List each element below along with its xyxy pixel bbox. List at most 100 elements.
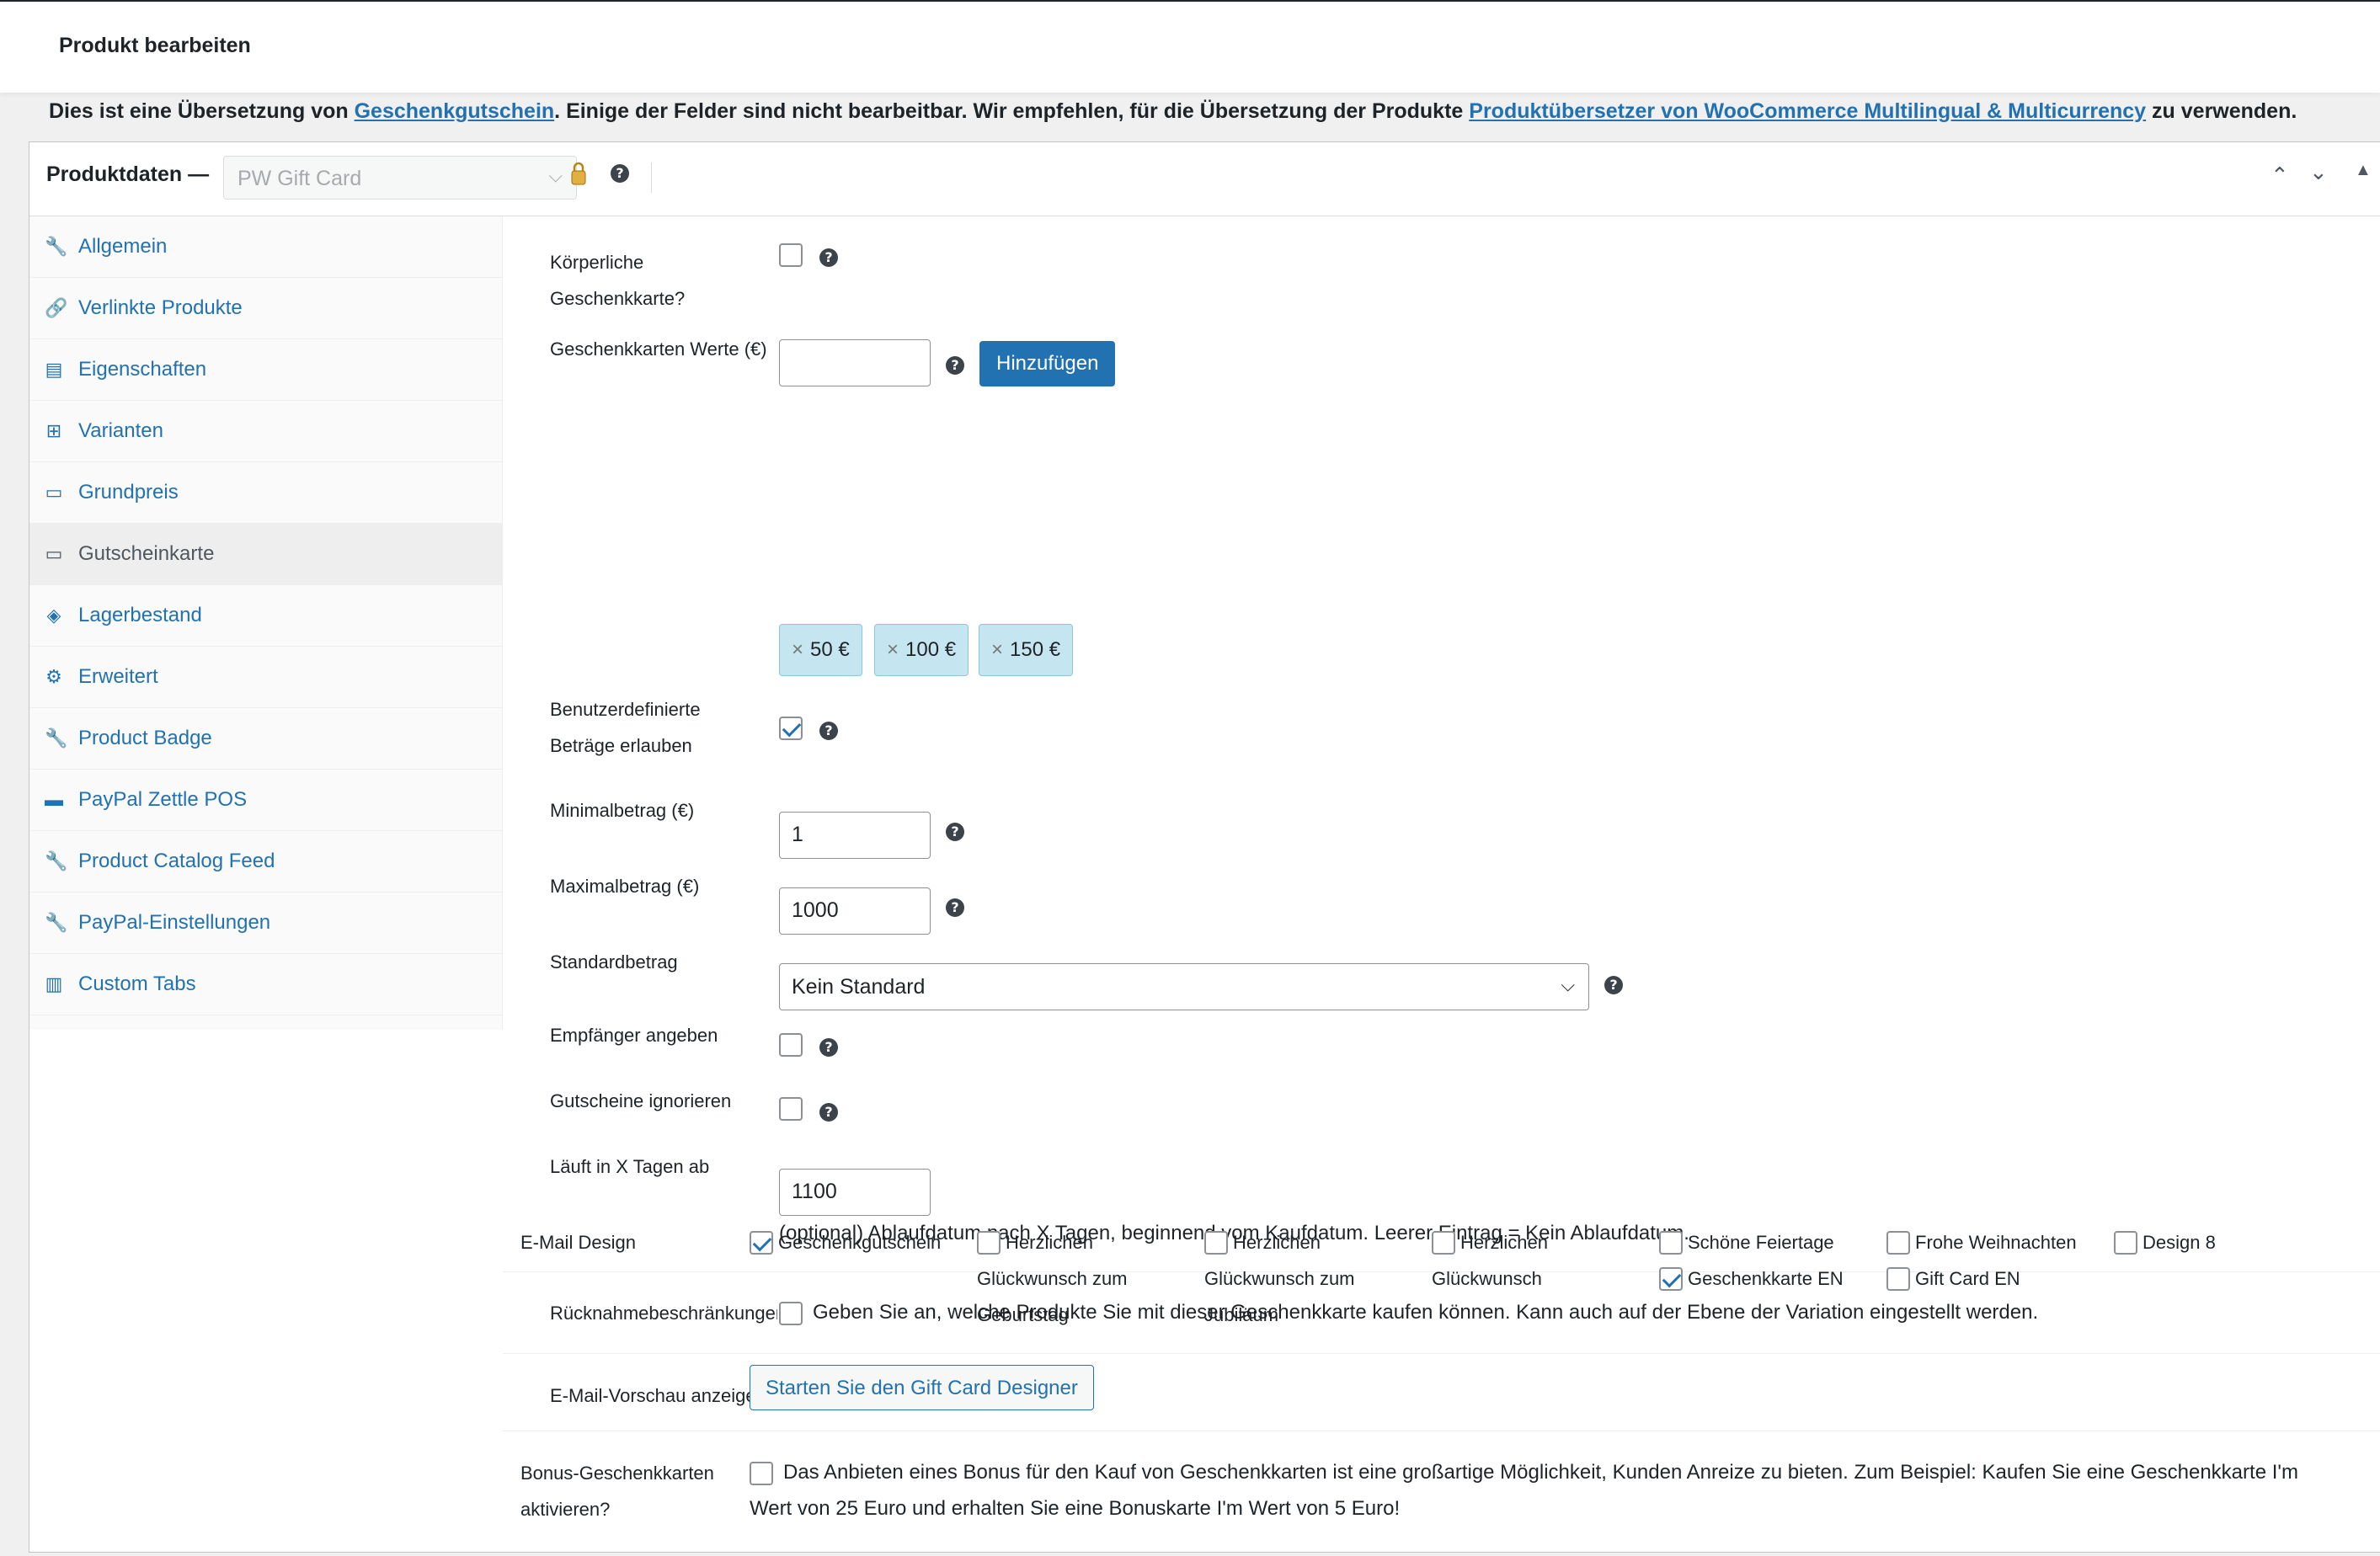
design-geschenkgutschein-checkbox[interactable] <box>750 1231 773 1255</box>
add-value-button[interactable]: Hinzufügen <box>979 341 1116 386</box>
tab-label: Verlinkte Produkte <box>78 296 243 319</box>
help-icon[interactable]: ? <box>946 823 964 841</box>
remove-icon[interactable]: × <box>887 638 899 661</box>
design-jubilaeum-checkbox[interactable] <box>1204 1231 1228 1255</box>
card-value-input[interactable] <box>779 339 931 386</box>
gift-card-designer-button[interactable]: Starten Sie den Gift Card Designer <box>750 1365 1094 1410</box>
design-feiertage-checkbox[interactable] <box>1659 1231 1683 1255</box>
min-amount-input[interactable]: 1 <box>779 812 931 859</box>
help-icon[interactable]: ? <box>819 1103 838 1122</box>
email-design-section: E-Mail Design Geschenkgutschein Herzlich… <box>502 1205 2380 1542</box>
help-icon[interactable]: ? <box>611 164 629 183</box>
design-gift-card-en-checkbox[interactable] <box>1886 1267 1910 1291</box>
product-data-tabs: 🔧 Allgemein 🔗 Verlinkte Produkte ▤ Eigensch… <box>29 216 503 1030</box>
label-line: Herzlichen <box>1006 1232 1093 1253</box>
tab-label: Gutscheinkarte <box>78 542 215 565</box>
tab-product-catalog-feed[interactable]: 🔧 Product Catalog Feed <box>29 831 503 893</box>
card-icon: ▭ <box>45 543 63 564</box>
default-amount-select[interactable]: Kein Standard ⌵ <box>779 963 1589 1010</box>
help-icon[interactable]: ? <box>819 248 838 267</box>
tab-erweitert[interactable]: ⚙ Erweitert <box>29 647 503 708</box>
bonus-description-line2: Wert von 25 Euro und erhalten Sie eine B… <box>750 1497 1401 1520</box>
remove-icon[interactable]: × <box>792 638 803 661</box>
tab-label: Allgemein <box>78 235 168 258</box>
design-weihnachten-checkbox[interactable] <box>1886 1231 1910 1255</box>
tab-label: Grundpreis <box>78 481 179 504</box>
wrench-icon: 🔧 <box>45 912 68 933</box>
chevron-down-icon: ⌵ <box>1561 974 1575 995</box>
help-icon[interactable]: ? <box>946 898 964 917</box>
design-weihnachten-label: Frohe Weihnachten <box>1915 1232 2077 1253</box>
design-geschenkkarte-en-label: Geschenkkarte EN <box>1688 1268 1844 1289</box>
header-divider <box>651 163 652 193</box>
design-8-checkbox[interactable] <box>2114 1231 2137 1255</box>
custom-amounts-label: Benutzerdefinierte Beträge erlauben <box>550 691 701 764</box>
product-type-select[interactable]: PW Gift Card ⌵ <box>223 156 577 200</box>
design-geburtstag-label: Herzlichen <box>1006 1224 1093 1260</box>
label-line: Körperliche <box>550 252 644 273</box>
label-line: Glückwunsch zum <box>1204 1268 1355 1289</box>
design-8-label: Design 8 <box>2143 1232 2216 1253</box>
label-line: Geschenkkarte? <box>550 288 686 309</box>
max-amount-input[interactable]: 1000 <box>779 887 931 935</box>
expiry-label: Läuft in X Tagen ab <box>550 1156 710 1177</box>
design-glueckwunsch-checkbox[interactable] <box>1432 1231 1455 1255</box>
translation-notice: Dies ist eine Übersetzung von Geschenkgu… <box>49 99 2297 124</box>
notice-text-2: . Einige der Felder sind nicht bearbeitb… <box>554 99 1470 123</box>
help-icon[interactable]: ? <box>946 356 964 375</box>
tab-product-badge[interactable]: 🔧 Product Badge <box>29 708 503 770</box>
collapse-toggle-icon[interactable]: ▲ <box>2355 161 2372 180</box>
wrench-icon: 🔧 <box>45 236 68 257</box>
max-amount-label: Maximalbetrag (€) <box>550 876 700 897</box>
tab-paypal-zettle-pos[interactable]: ▬ PayPal Zettle POS <box>29 770 503 831</box>
original-product-link[interactable]: Geschenkgutschein <box>355 99 555 123</box>
tag-icon: ◈ <box>46 605 61 626</box>
tab-lagerbestand[interactable]: ◈ Lagerbestand <box>29 585 503 647</box>
link-icon: 🔗 <box>45 297 68 318</box>
label-line: Bonus-Geschenkkarten <box>520 1463 714 1484</box>
value-chip: × 50 € <box>779 624 862 676</box>
design-geburtstag-checkbox[interactable] <box>977 1231 1001 1255</box>
tab-label: Varianten <box>78 419 163 442</box>
help-icon[interactable]: ? <box>819 722 838 740</box>
tab-eigenschaften[interactable]: ▤ Eigenschaften <box>29 339 503 401</box>
custom-amounts-checkbox[interactable] <box>779 717 803 740</box>
default-amount-value: Kein Standard <box>792 975 926 999</box>
remove-icon[interactable]: × <box>991 638 1003 661</box>
label-line: Geburtstag <box>977 1304 1069 1325</box>
design-jubilaeum-label-cont: Glückwunsch zum Jubiläum <box>1204 1260 1355 1333</box>
tab-allgemein[interactable]: 🔧 Allgemein <box>29 216 503 278</box>
recipient-checkbox[interactable] <box>779 1033 803 1057</box>
design-glueckwunsch-label-cont: Glückwunsch <box>1432 1260 1542 1297</box>
tab-custom-tabs[interactable]: ▥ Custom Tabs <box>29 954 503 1015</box>
tab-label: Erweitert <box>78 665 158 688</box>
tab-varianten[interactable]: ⊞ Varianten <box>29 401 503 462</box>
label-line: Beträge erlauben <box>550 735 692 756</box>
product-data-label: Produktdaten — <box>46 163 210 186</box>
tab-gutscheinkarte[interactable]: ▭ Gutscheinkarte <box>29 524 503 585</box>
help-icon[interactable]: ? <box>1604 976 1623 994</box>
tab-paypal-einstellungen[interactable]: 🔧 PayPal-Einstellungen <box>29 893 503 954</box>
tab-grundpreis[interactable]: ▭ Grundpreis <box>29 462 503 524</box>
help-icon[interactable]: ? <box>819 1038 838 1057</box>
design-gift-card-en-label: Gift Card EN <box>1915 1268 2020 1289</box>
label-line: aktivieren? <box>520 1499 611 1520</box>
card-values-label: Geschenkkarten Werte (€) <box>550 338 767 360</box>
chevron-up-icon[interactable]: ⌃ <box>2271 163 2289 189</box>
tab-verlinkte-produkte[interactable]: 🔗 Verlinkte Produkte <box>29 278 503 339</box>
bonus-label: Bonus-Geschenkkarten aktivieren? <box>520 1455 714 1527</box>
panel-controls: ⌃ ⌄ ▲ <box>2271 159 2380 196</box>
lock-icon <box>571 162 586 185</box>
ignore-coupons-checkbox[interactable] <box>779 1097 803 1121</box>
chip-label: 100 € <box>905 638 957 661</box>
tab-label: PayPal Zettle POS <box>78 788 248 811</box>
email-design-label: E-Mail Design <box>520 1232 636 1253</box>
physical-card-checkbox[interactable] <box>779 243 803 267</box>
chip-label: 150 € <box>1010 638 1061 661</box>
product-type-value: PW Gift Card <box>237 167 362 190</box>
design-geschenkkarte-en-checkbox[interactable] <box>1659 1267 1683 1291</box>
design-glueckwunsch-label: Herzlichen <box>1460 1224 1548 1260</box>
bonus-checkbox[interactable] <box>750 1462 773 1485</box>
chevron-down-icon[interactable]: ⌄ <box>2309 159 2328 185</box>
translator-link[interactable]: Produktübersetzer von WooCommerce Multil… <box>1469 99 2146 123</box>
